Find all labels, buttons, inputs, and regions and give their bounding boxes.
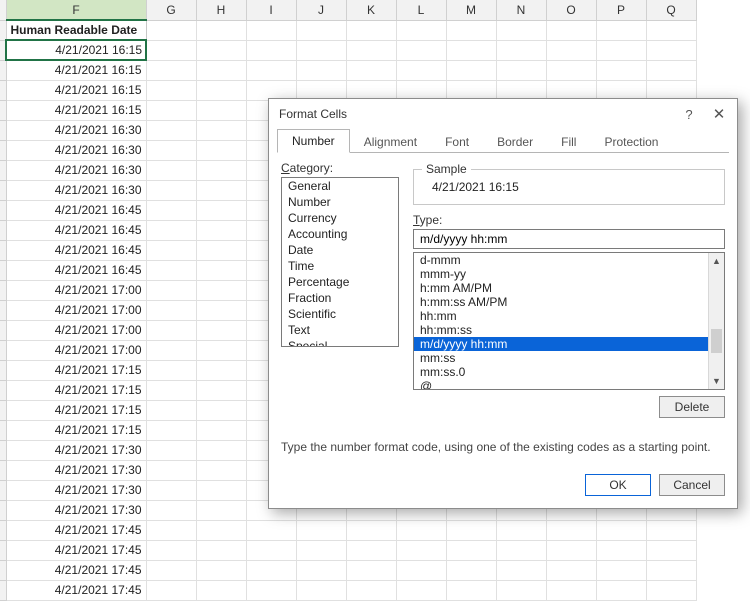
- data-cell[interactable]: 4/21/2021 17:30: [6, 440, 146, 460]
- tab-number[interactable]: Number: [277, 129, 350, 153]
- category-item[interactable]: General: [282, 178, 398, 194]
- help-icon[interactable]: ?: [681, 106, 697, 122]
- tab-border[interactable]: Border: [483, 131, 547, 153]
- scroll-down-icon[interactable]: ▼: [709, 373, 724, 389]
- category-item[interactable]: Date: [282, 242, 398, 258]
- type-list-item[interactable]: mmm-yy: [414, 267, 708, 281]
- column-header-G[interactable]: G: [146, 0, 196, 20]
- column-header-K[interactable]: K: [346, 0, 396, 20]
- data-cell[interactable]: 4/21/2021 17:00: [6, 300, 146, 320]
- type-list-scrollbar[interactable]: ▲ ▼: [708, 253, 724, 389]
- delete-button[interactable]: Delete: [659, 396, 725, 418]
- data-cell[interactable]: 4/21/2021 17:15: [6, 420, 146, 440]
- data-cell[interactable]: 4/21/2021 16:15: [6, 60, 146, 80]
- type-label: Type:: [413, 213, 725, 227]
- category-item[interactable]: Percentage: [282, 274, 398, 290]
- data-cell[interactable]: 4/21/2021 17:45: [6, 520, 146, 540]
- type-list-item[interactable]: m/d/yyyy hh:mm: [414, 337, 708, 351]
- data-cell[interactable]: 4/21/2021 17:00: [6, 280, 146, 300]
- format-hint: Type the number format code, using one o…: [281, 440, 725, 454]
- data-cell[interactable]: 4/21/2021 17:45: [6, 540, 146, 560]
- dialog-title: Format Cells: [279, 107, 347, 121]
- column-header-N[interactable]: N: [496, 0, 546, 20]
- dialog-tabs: NumberAlignmentFontBorderFillProtection: [277, 129, 729, 153]
- column-header-J[interactable]: J: [296, 0, 346, 20]
- data-cell[interactable]: 4/21/2021 17:00: [6, 320, 146, 340]
- data-cell[interactable]: 4/21/2021 17:30: [6, 480, 146, 500]
- data-cell[interactable]: 4/21/2021 16:45: [6, 260, 146, 280]
- column-header-Q[interactable]: Q: [646, 0, 696, 20]
- data-cell[interactable]: 4/21/2021 16:30: [6, 140, 146, 160]
- scroll-thumb[interactable]: [711, 329, 722, 353]
- category-item[interactable]: Time: [282, 258, 398, 274]
- type-list-item[interactable]: mm:ss.0: [414, 365, 708, 379]
- column-header-H[interactable]: H: [196, 0, 246, 20]
- category-item[interactable]: Text: [282, 322, 398, 338]
- tab-fill[interactable]: Fill: [547, 131, 590, 153]
- sample-box: Sample 4/21/2021 16:15: [413, 169, 725, 205]
- data-cell[interactable]: 4/21/2021 17:15: [6, 360, 146, 380]
- column-header-P[interactable]: P: [596, 0, 646, 20]
- tab-alignment[interactable]: Alignment: [350, 131, 431, 153]
- data-cell[interactable]: 4/21/2021 16:15: [6, 40, 146, 60]
- column-header-M[interactable]: M: [446, 0, 496, 20]
- data-cell[interactable]: 4/21/2021 17:00: [6, 340, 146, 360]
- data-cell[interactable]: 4/21/2021 16:15: [6, 80, 146, 100]
- type-list-item[interactable]: h:mm AM/PM: [414, 281, 708, 295]
- sample-value: 4/21/2021 16:15: [424, 178, 714, 194]
- data-cell[interactable]: 4/21/2021 16:45: [6, 220, 146, 240]
- data-cell[interactable]: 4/21/2021 16:30: [6, 120, 146, 140]
- data-cell[interactable]: 4/21/2021 17:30: [6, 460, 146, 480]
- type-input[interactable]: [413, 229, 725, 249]
- data-cell[interactable]: 4/21/2021 17:15: [6, 400, 146, 420]
- cancel-button[interactable]: Cancel: [659, 474, 725, 496]
- category-item[interactable]: Special: [282, 338, 398, 347]
- tab-protection[interactable]: Protection: [590, 131, 672, 153]
- column-header-F[interactable]: F: [6, 0, 146, 20]
- column-header-L[interactable]: L: [396, 0, 446, 20]
- scroll-up-icon[interactable]: ▲: [709, 253, 724, 269]
- category-item[interactable]: Currency: [282, 210, 398, 226]
- category-item[interactable]: Scientific: [282, 306, 398, 322]
- ok-button[interactable]: OK: [585, 474, 651, 496]
- data-cell[interactable]: 4/21/2021 16:45: [6, 200, 146, 220]
- type-listbox[interactable]: d-mmmmmm-yyh:mm AM/PMh:mm:ss AM/PMhh:mmh…: [413, 252, 725, 390]
- type-list-item[interactable]: mm:ss: [414, 351, 708, 365]
- column-header-O[interactable]: O: [546, 0, 596, 20]
- category-item[interactable]: Fraction: [282, 290, 398, 306]
- data-cell[interactable]: 4/21/2021 16:45: [6, 240, 146, 260]
- category-label: Category:: [281, 161, 399, 175]
- data-cell[interactable]: 4/21/2021 17:45: [6, 580, 146, 600]
- type-list-item[interactable]: hh:mm:ss: [414, 323, 708, 337]
- category-item[interactable]: Number: [282, 194, 398, 210]
- data-cell[interactable]: 4/21/2021 16:15: [6, 100, 146, 120]
- sample-label: Sample: [422, 162, 471, 176]
- type-list-item[interactable]: h:mm:ss AM/PM: [414, 295, 708, 309]
- category-item[interactable]: Accounting: [282, 226, 398, 242]
- data-cell[interactable]: 4/21/2021 17:30: [6, 500, 146, 520]
- tab-font[interactable]: Font: [431, 131, 483, 153]
- data-cell[interactable]: 4/21/2021 16:30: [6, 180, 146, 200]
- data-cell[interactable]: 4/21/2021 17:15: [6, 380, 146, 400]
- type-list-item[interactable]: @: [414, 379, 708, 389]
- data-cell[interactable]: 4/21/2021 16:30: [6, 160, 146, 180]
- type-list-item[interactable]: d-mmm: [414, 253, 708, 267]
- category-listbox[interactable]: GeneralNumberCurrencyAccountingDateTimeP…: [281, 177, 399, 347]
- format-cells-dialog: Format Cells ? ✕ NumberAlignmentFontBord…: [268, 98, 738, 509]
- data-cell[interactable]: 4/21/2021 17:45: [6, 560, 146, 580]
- close-icon[interactable]: ✕: [711, 106, 727, 122]
- header-cell[interactable]: Human Readable Date: [6, 20, 146, 40]
- type-list-item[interactable]: hh:mm: [414, 309, 708, 323]
- dialog-titlebar[interactable]: Format Cells ? ✕: [269, 99, 737, 129]
- column-header-I[interactable]: I: [246, 0, 296, 20]
